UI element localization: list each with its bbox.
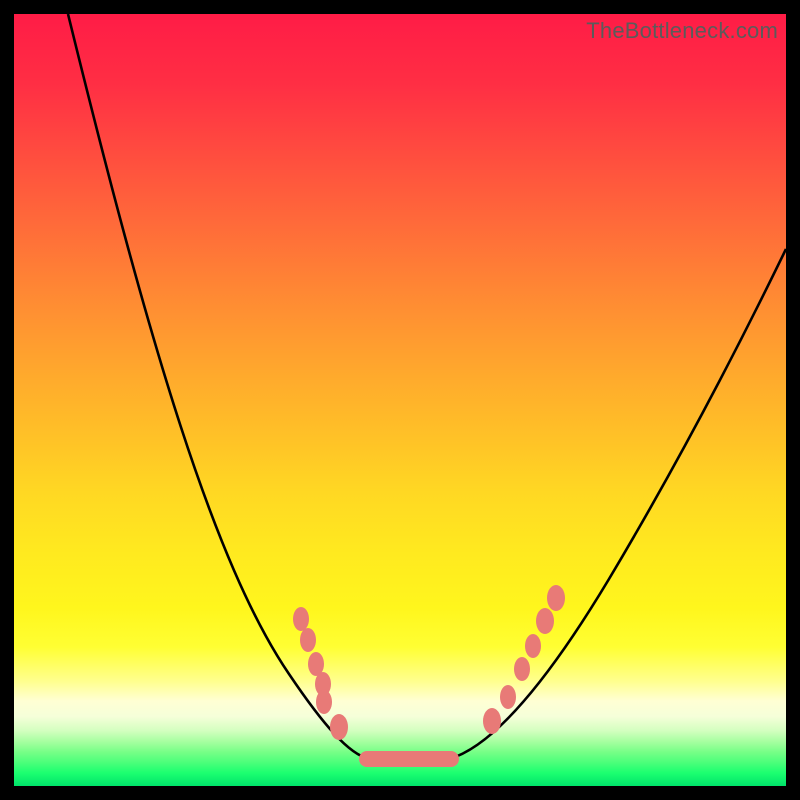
curve-right [449,249,786,759]
left-marker-1 [300,628,316,652]
right-marker-0 [483,708,501,734]
curve-left [68,14,369,759]
left-marker-4 [316,690,332,714]
chart-frame: TheBottleneck.com [14,14,786,786]
right-markers [483,585,565,734]
right-marker-2 [514,657,530,681]
bottom-marker-bar [359,751,459,767]
right-marker-1 [500,685,516,709]
right-marker-5 [547,585,565,611]
left-marker-0 [293,607,309,631]
bottleneck-curve [14,14,786,786]
left-markers [293,607,348,740]
right-marker-4 [536,608,554,634]
left-marker-5 [330,714,348,740]
right-marker-3 [525,634,541,658]
watermark-text: TheBottleneck.com [586,18,778,44]
